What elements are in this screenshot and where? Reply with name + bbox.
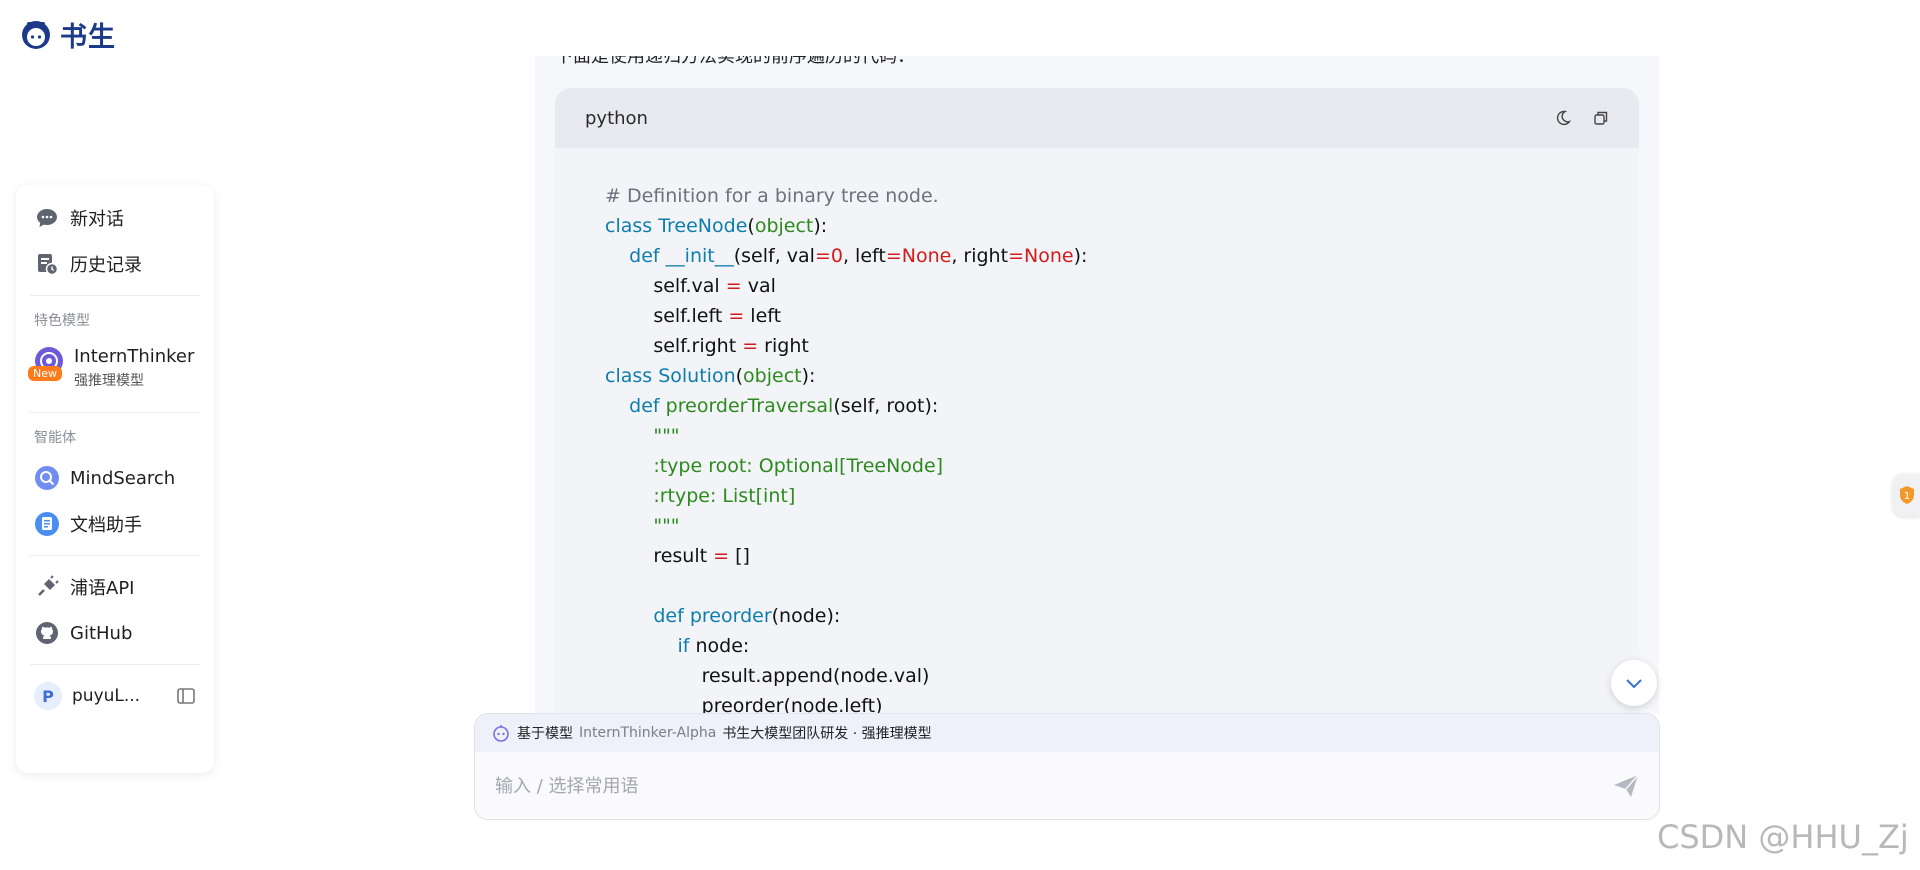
document-assistant-icon [34, 511, 60, 537]
banner-suffix: 书生大模型团队研发 · 强推理模型 [722, 726, 932, 742]
sidebar: 新对话 历史记录 特色模型 New InternThinker 强推理模型 智能… [16, 185, 214, 773]
github-icon [34, 620, 60, 646]
model-internthinker[interactable]: New InternThinker 强推理模型 [28, 338, 200, 404]
response-text: 下面是使用递归方法实现的前序遍历的代码： [555, 56, 915, 67]
model-subtitle: 强推理模型 [74, 373, 144, 389]
new-chat-label: 新对话 [70, 209, 124, 230]
code-language: python [585, 107, 648, 129]
svg-text:1: 1 [1903, 491, 1909, 502]
new-chat-button[interactable]: 新对话 [30, 195, 200, 241]
divider [30, 412, 200, 413]
chat-bubble-icon [34, 205, 60, 231]
code-content: # Definition for a binary tree node. cla… [605, 185, 1088, 714]
chat-input[interactable] [493, 774, 1611, 798]
scroll-to-bottom-button[interactable] [1611, 660, 1657, 706]
theme-toggle-icon[interactable] [1555, 110, 1572, 126]
logo-text: 书生 [60, 22, 116, 53]
chat-content: 下面是使用递归方法实现的前序遍历的代码： python # Definition… [535, 56, 1659, 714]
shield-badge-icon: 1 [1899, 486, 1914, 504]
api-plug-icon [34, 574, 60, 600]
code-block: python # Definition for a binary tree no… [555, 88, 1639, 714]
model-banner: 基于模型 InternThinker-Alpha 书生大模型团队研发 · 强推理… [475, 714, 1659, 752]
code-block-header: python [555, 88, 1639, 148]
history-label: 历史记录 [70, 255, 142, 276]
mindsearch-label: MindSearch [70, 467, 176, 489]
history-button[interactable]: 历史记录 [30, 241, 200, 287]
chevron-down-icon [1626, 679, 1642, 689]
agent-document-assistant[interactable]: 文档助手 [30, 501, 200, 547]
model-robot-icon [493, 725, 509, 742]
agent-mindsearch[interactable]: MindSearch [30, 455, 200, 501]
divider [30, 295, 200, 296]
github-link[interactable]: GitHub [30, 610, 200, 656]
featured-section-label: 特色模型 [34, 313, 90, 329]
mindsearch-icon [34, 465, 60, 491]
sidebar-collapse-icon[interactable] [176, 686, 196, 706]
floating-notification[interactable]: 1 [1893, 474, 1920, 516]
avatar: P [34, 682, 62, 710]
banner-prefix: 基于模型 [517, 726, 573, 742]
new-badge: New [28, 366, 62, 381]
banner-model-name: InternThinker-Alpha [579, 725, 717, 741]
api-label: 浦语API [70, 578, 135, 599]
history-icon [34, 251, 60, 277]
copy-icon[interactable] [1593, 110, 1609, 126]
send-icon[interactable] [1611, 771, 1641, 801]
document-assistant-label: 文档助手 [70, 515, 142, 536]
agents-section-label: 智能体 [34, 430, 76, 446]
divider [30, 555, 200, 556]
internthinker-icon: New [28, 346, 64, 381]
chat-input-panel: 基于模型 InternThinker-Alpha 书生大模型团队研发 · 强推理… [474, 713, 1660, 820]
scholar-logo-icon [22, 20, 50, 49]
user-profile[interactable]: P puyuL... [30, 673, 200, 719]
divider [30, 664, 200, 665]
github-label: GitHub [70, 622, 133, 644]
watermark: CSDN @HHU_Zj [1657, 818, 1909, 856]
model-name: InternThinker [74, 346, 195, 367]
api-link[interactable]: 浦语API [30, 564, 200, 610]
user-name: puyuL... [72, 686, 141, 706]
logo[interactable]: 书生 [18, 15, 116, 54]
